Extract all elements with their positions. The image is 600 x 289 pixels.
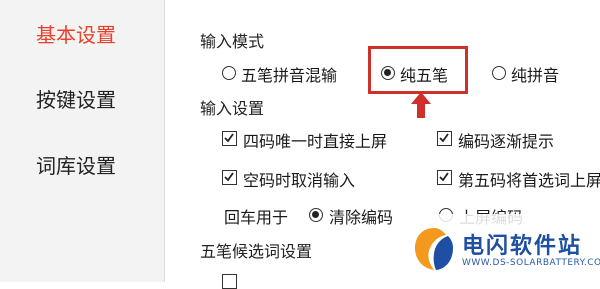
checkmark-icon (439, 172, 449, 182)
radio-enter-clear-code-label[interactable]: 清除编码 (329, 204, 393, 228)
enter-key-label: 回车用于 (224, 208, 289, 227)
annotation-arrow-icon (411, 92, 431, 118)
checkbox-direct-commit-unique-4-code[interactable] (222, 131, 237, 146)
checkmark-icon (439, 133, 449, 143)
radio-pure-pinyin[interactable] (492, 66, 506, 80)
brand-logo-icon (415, 228, 453, 270)
radio-mixed-wubi-pinyin[interactable] (222, 66, 236, 80)
sidebar-divider (164, 0, 165, 282)
settings-sidebar: 基本设置 按键设置 词库设置 (0, 0, 164, 282)
checkbox-fifth-code-commit-first-label[interactable]: 第五码将首选词上屏 (458, 167, 600, 191)
sidebar-item-dictionary-settings[interactable]: 词库设置 (0, 142, 164, 190)
watermark-brand: 电闪软件站 (462, 234, 583, 259)
sidebar-item-basic-settings[interactable]: 基本设置 (0, 11, 164, 59)
checkbox-fifth-code-commit-first[interactable] (437, 170, 452, 185)
checkmark-icon (224, 133, 234, 143)
highlight-box (368, 46, 468, 94)
radio-pure-pinyin-label[interactable]: 纯拼音 (511, 62, 559, 86)
checkbox-cancel-on-empty-code[interactable] (222, 170, 237, 185)
radio-enter-clear-code[interactable] (309, 208, 323, 222)
radio-mixed-wubi-pinyin-label[interactable]: 五笔拼音混输 (241, 62, 337, 86)
input-mode-title: 输入模式 (200, 32, 265, 51)
watermark-url: WWW.DS-SOLARBATTERY.COM (462, 258, 600, 268)
input-settings-title: 输入设置 (200, 99, 265, 118)
sidebar-item-key-settings[interactable]: 按键设置 (0, 76, 164, 124)
checkbox-code-progressive-hint-label[interactable]: 编码逐渐提示 (458, 128, 554, 152)
checkbox-direct-commit-label[interactable]: 四码唯一时直接上屏 (243, 128, 387, 152)
candidate-settings-title: 五笔候选词设置 (200, 242, 313, 261)
checkbox-code-progressive-hint[interactable] (437, 131, 452, 146)
checkbox-cancel-on-empty-code-label[interactable]: 空码时取消输入 (243, 167, 355, 191)
checkmark-icon (224, 172, 234, 182)
